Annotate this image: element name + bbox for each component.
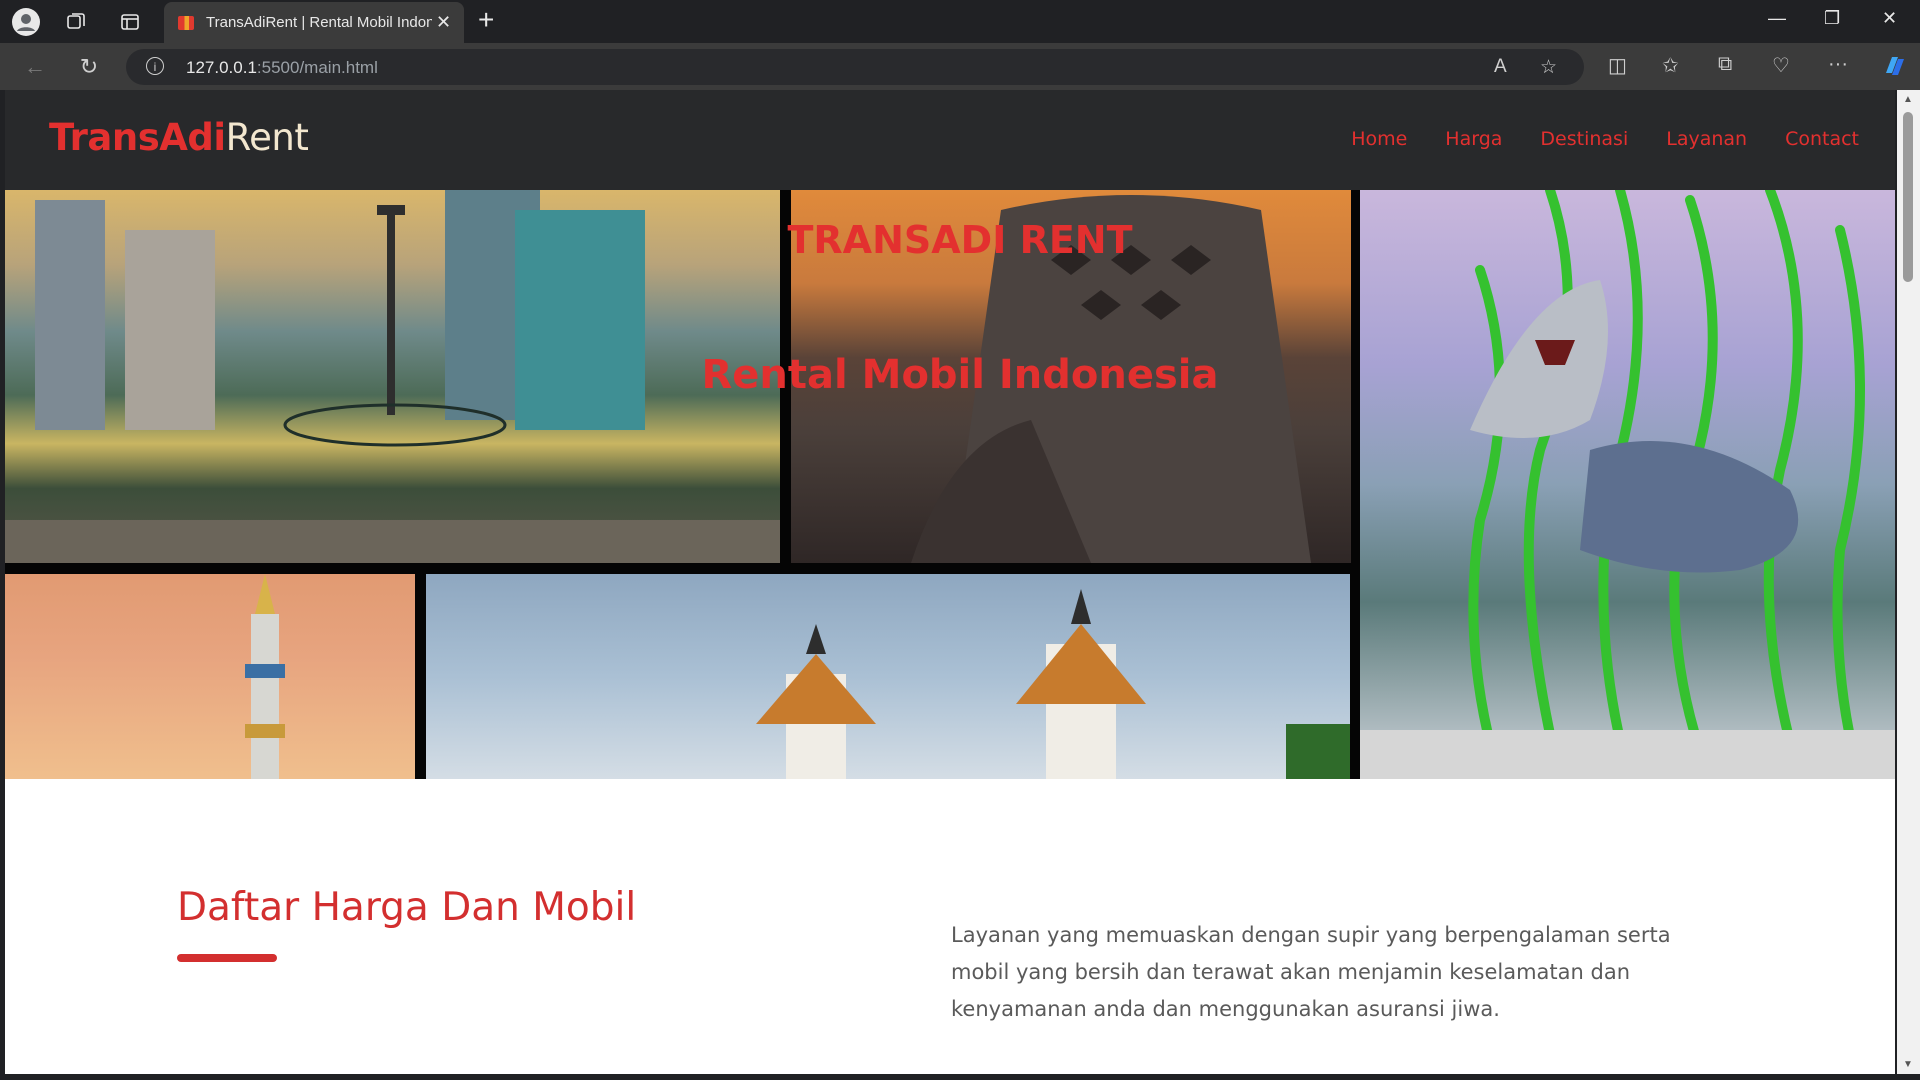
split-screen-icon[interactable]: ◫ xyxy=(1608,53,1627,78)
minimize-button[interactable]: — xyxy=(1768,8,1786,29)
restore-button[interactable]: ❐ xyxy=(1824,8,1840,29)
hero-photo-tugu-monument xyxy=(5,574,415,779)
nav-home[interactable]: Home xyxy=(1351,128,1407,150)
favorite-star-icon[interactable]: ☆ xyxy=(1540,56,1557,79)
hero-collage: TRANSADI RENT Rental Mobil Indonesia xyxy=(5,190,1895,779)
scroll-up-icon[interactable]: ▲ xyxy=(1903,94,1913,105)
main-nav: Home Harga Destinasi Layanan Contact xyxy=(1351,128,1859,150)
hero-subtitle: Rental Mobil Indonesia xyxy=(701,352,1219,398)
nav-layanan[interactable]: Layanan xyxy=(1666,128,1747,150)
hero-photo-surabaya-statue xyxy=(1360,190,1895,779)
url-text[interactable]: 127.0.0.1:5500/main.html xyxy=(186,58,378,78)
reload-icon[interactable]: ↻ xyxy=(74,52,104,82)
page-scrollbar[interactable]: ▲ ▼ xyxy=(1897,90,1920,1074)
title-underline xyxy=(177,954,277,962)
section-title: Daftar Harga Dan Mobil xyxy=(177,885,637,930)
browser-tab-bar: TransAdiRent | Rental Mobil Indonesia ✕ … xyxy=(0,0,1920,43)
address-bar[interactable]: i 127.0.0.1:5500/main.html A ☆ xyxy=(126,49,1584,85)
collections-icon[interactable]: ⧉ xyxy=(1718,53,1732,76)
more-menu-icon[interactable]: ··· xyxy=(1828,53,1848,76)
section-description: Layanan yang memuaskan dengan supir yang… xyxy=(951,923,1671,1021)
nav-contact[interactable]: Contact xyxy=(1785,128,1859,150)
active-tab[interactable]: TransAdiRent | Rental Mobil Indonesia ✕ xyxy=(164,2,464,43)
copilot-icon[interactable] xyxy=(1882,53,1908,85)
site-info-icon[interactable]: i xyxy=(146,57,164,75)
favorites-icon[interactable]: ✩ xyxy=(1662,53,1679,78)
scroll-down-icon[interactable]: ▼ xyxy=(1903,1059,1913,1070)
profile-icon[interactable] xyxy=(10,6,42,38)
read-aloud-icon[interactable]: A xyxy=(1494,56,1507,78)
tab-title: TransAdiRent | Rental Mobil Indonesia xyxy=(206,14,432,31)
hero-photo-lampung-tower xyxy=(426,574,1350,779)
tab-close-icon[interactable]: ✕ xyxy=(436,12,451,33)
browser-essentials-icon[interactable]: ♡ xyxy=(1772,53,1790,78)
new-tab-button[interactable]: + xyxy=(478,4,494,36)
site-favicon-icon xyxy=(178,15,194,30)
site-header: TransAdiRent Home Harga Destinasi Layana… xyxy=(5,90,1895,190)
tab-actions-icon[interactable] xyxy=(114,6,146,38)
nav-destinasi[interactable]: Destinasi xyxy=(1540,128,1628,150)
browser-toolbar: ← ↻ i 127.0.0.1:5500/main.html A ☆ ◫ ✩ ⧉… xyxy=(0,43,1920,90)
page-viewport: TransAdiRent Home Harga Destinasi Layana… xyxy=(5,90,1895,1074)
workspaces-icon[interactable] xyxy=(60,6,92,38)
site-logo[interactable]: TransAdiRent xyxy=(49,116,309,159)
back-arrow-icon[interactable]: ← xyxy=(20,52,50,82)
close-window-button[interactable]: ✕ xyxy=(1882,8,1897,29)
scrollbar-thumb[interactable] xyxy=(1903,112,1913,282)
nav-harga[interactable]: Harga xyxy=(1445,128,1502,150)
hero-title: TRANSADI RENT xyxy=(787,218,1133,262)
